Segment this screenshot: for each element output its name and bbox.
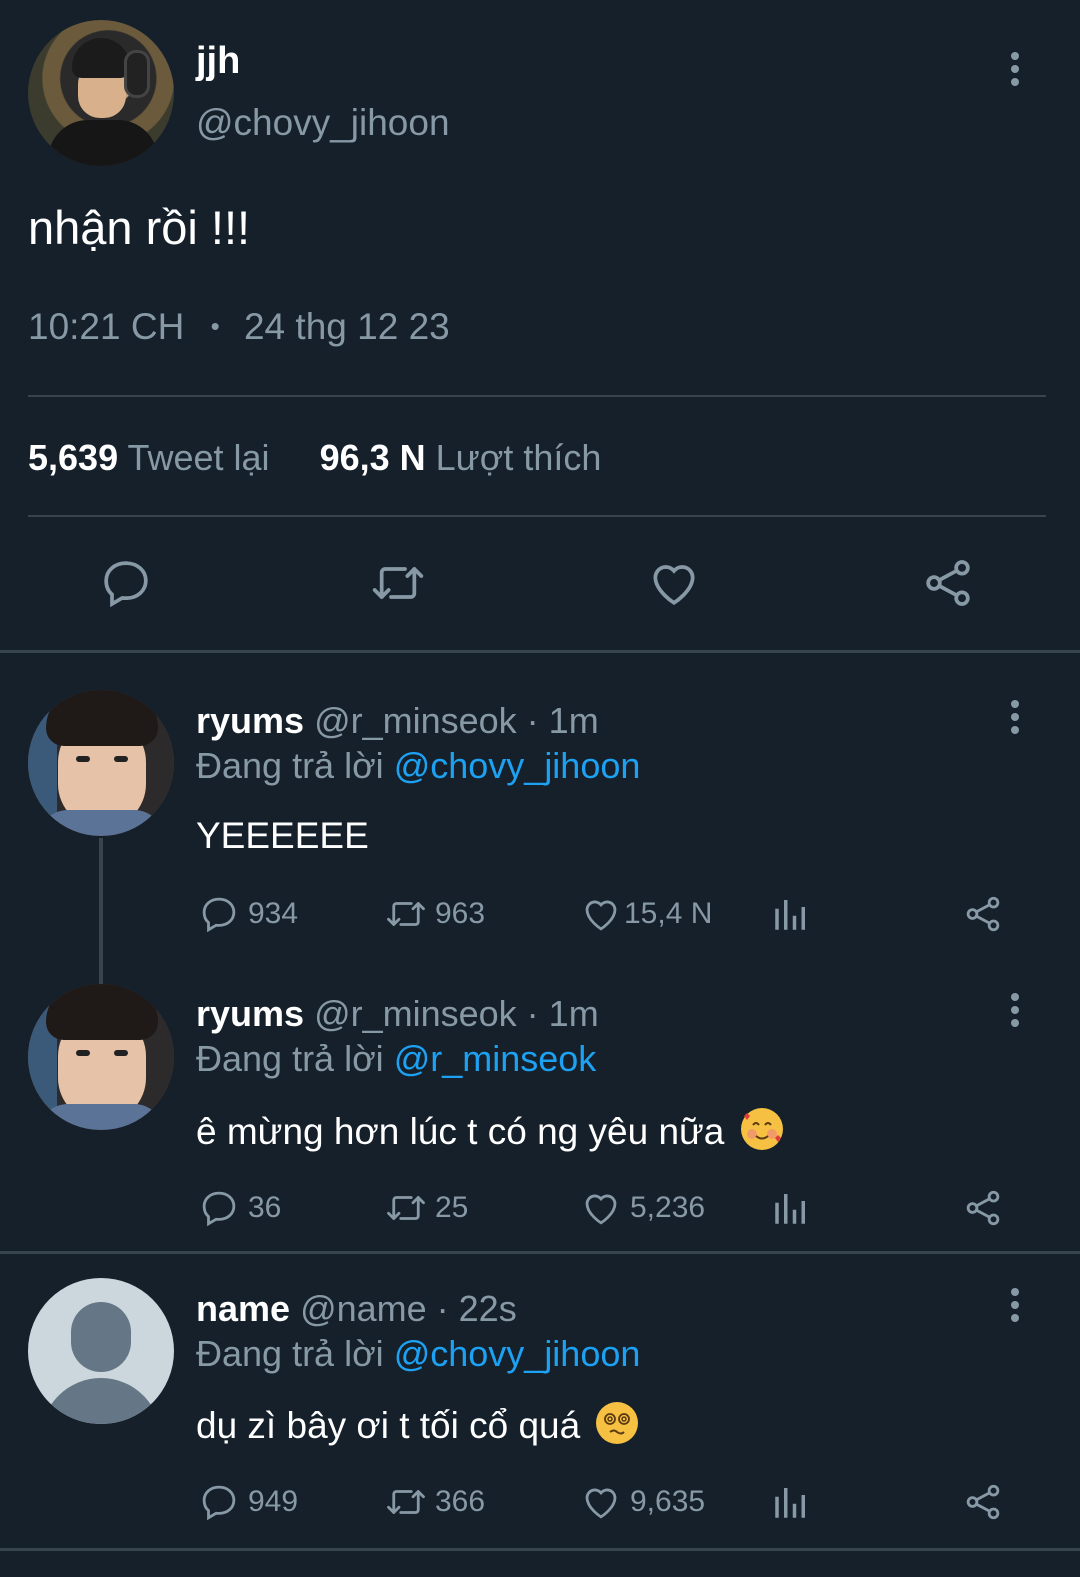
- retweet-icon: [387, 902, 425, 926]
- retweet-icon: [387, 1196, 425, 1220]
- reply-header[interactable]: ryums @r_minseok · 1m: [196, 700, 599, 742]
- share-icon[interactable]: [920, 555, 976, 611]
- share-action[interactable]: [962, 893, 1012, 935]
- like-icon[interactable]: [646, 555, 702, 611]
- likes-label: Lượt thích: [435, 437, 602, 478]
- reply-text-wrap: ê mừng hơn lúc t có ng yêu nữa: [196, 1108, 783, 1153]
- retweets-count: 5,639: [28, 437, 119, 478]
- like-count: 5,236: [630, 1191, 706, 1224]
- avatar-headset: [124, 50, 150, 98]
- replying-label: Đang trả lời: [196, 745, 384, 786]
- reply-meta: @name · 22s: [300, 1288, 517, 1329]
- section-divider: [0, 1548, 1080, 1551]
- reply-text: dụ zì bây ơi t tối cổ quá: [196, 1405, 581, 1446]
- like-icon: [585, 900, 617, 931]
- reply-meta: @r_minseok · 1m: [314, 993, 599, 1034]
- retweets-stat[interactable]: 5,639 Tweet lại: [28, 437, 270, 478]
- share-action[interactable]: [962, 1481, 1012, 1523]
- like-action[interactable]: 9,635: [580, 1481, 705, 1523]
- analytics-action[interactable]: [770, 1187, 820, 1229]
- avatar-shirt: [48, 120, 158, 166]
- share-icon: [966, 1190, 1000, 1226]
- reply-avatar[interactable]: [28, 690, 174, 836]
- divider: [28, 395, 1046, 397]
- reply-count: 36: [248, 1191, 282, 1224]
- like-icon: [585, 1488, 617, 1519]
- likes-count: 96,3 N: [319, 437, 426, 478]
- retweet-action[interactable]: 366: [385, 1481, 485, 1523]
- mention-link[interactable]: @r_minseok: [394, 1038, 597, 1079]
- retweet-icon: [387, 1490, 425, 1514]
- likes-stat[interactable]: 96,3 N Lượt thích: [320, 437, 602, 478]
- replying-label: Đang trả lời: [196, 1038, 384, 1079]
- like-count: 9,635: [630, 1485, 706, 1518]
- retweets-label: Tweet lại: [127, 437, 270, 478]
- reply-text: YEEEEEE: [196, 815, 369, 856]
- analytics-action[interactable]: [770, 1481, 820, 1523]
- share-action[interactable]: [962, 1187, 1012, 1229]
- reply-action[interactable]: 934: [198, 893, 298, 935]
- reply-text: ê mừng hơn lúc t có ng yêu nữa: [196, 1111, 725, 1152]
- analytics-action[interactable]: [770, 893, 820, 935]
- retweet-count: 366: [435, 1485, 486, 1518]
- replying-label: Đang trả lời: [196, 1333, 384, 1374]
- replying-to: Đang trả lời @chovy_jihoon: [196, 1333, 640, 1375]
- tweet-text: nhận rồi !!!: [28, 201, 251, 254]
- tweet-stats: 5,639 Tweet lại 96,3 N Lượt thích: [28, 437, 601, 479]
- reply-text-wrap: dụ zì bây ơi t tối cổ quá: [196, 1402, 639, 1447]
- reply-author-name: ryums: [196, 993, 305, 1034]
- reply-author-name: name: [196, 1288, 291, 1329]
- reply-action[interactable]: 949: [198, 1481, 298, 1523]
- mention-link[interactable]: @chovy_jihoon: [394, 1333, 641, 1374]
- smiling-face-with-hearts-icon: [740, 1108, 783, 1150]
- default-avatar[interactable]: [28, 1278, 174, 1424]
- more-options-icon[interactable]: [1011, 700, 1019, 736]
- more-options-icon[interactable]: [1011, 52, 1019, 88]
- analytics-icon: [775, 900, 805, 930]
- reply-author-name: ryums: [196, 700, 305, 741]
- reply-avatar[interactable]: [28, 984, 174, 1130]
- analytics-icon: [775, 1488, 805, 1518]
- more-options-icon[interactable]: [1011, 993, 1019, 1029]
- mention-link[interactable]: @chovy_jihoon: [394, 745, 641, 786]
- dizzy-face-icon: [596, 1402, 639, 1444]
- replying-to: Đang trả lời @chovy_jihoon: [196, 745, 640, 787]
- reply-count: 934: [248, 897, 299, 930]
- analytics-icon: [775, 1194, 805, 1224]
- reply-icon: [202, 1485, 236, 1521]
- reply-header[interactable]: ryums @r_minseok · 1m: [196, 993, 599, 1035]
- divider: [28, 515, 1046, 517]
- like-count: 15,4 N: [624, 897, 713, 930]
- more-options-icon[interactable]: [1011, 1288, 1019, 1324]
- retweet-icon[interactable]: [370, 555, 426, 611]
- thread-line: [99, 838, 103, 984]
- section-divider: [0, 1251, 1080, 1254]
- like-icon: [585, 1194, 617, 1225]
- retweet-action[interactable]: 963: [385, 893, 485, 935]
- retweet-action[interactable]: 25: [385, 1187, 468, 1229]
- retweet-count: 25: [435, 1191, 469, 1224]
- author-handle[interactable]: @chovy_jihoon: [196, 102, 450, 144]
- reply-icon[interactable]: [98, 555, 154, 611]
- author-avatar[interactable]: [28, 20, 174, 166]
- retweet-count: 963: [435, 897, 486, 930]
- tweet-time: 10:21 CH: [28, 306, 185, 347]
- like-action[interactable]: 5,236: [580, 1187, 705, 1229]
- tweet-timestamp: 10:21 CH • 24 thg 12 23: [28, 306, 450, 348]
- share-icon: [966, 896, 1000, 932]
- section-divider: [0, 650, 1080, 653]
- reply-icon: [202, 1191, 236, 1227]
- reply-count: 949: [248, 1485, 299, 1518]
- reply-icon: [202, 897, 236, 933]
- avatar-hair: [72, 38, 130, 78]
- reply-action[interactable]: 36: [198, 1187, 281, 1229]
- reply-meta: @r_minseok · 1m: [314, 700, 599, 741]
- share-icon: [966, 1484, 1000, 1520]
- timestamp-separator: •: [210, 311, 220, 341]
- like-action[interactable]: 15,4 N: [580, 893, 712, 935]
- reply-header[interactable]: name @name · 22s: [196, 1288, 517, 1330]
- author-name[interactable]: jjh: [196, 40, 240, 83]
- tweet-date: 24 thg 12 23: [243, 306, 450, 347]
- replying-to: Đang trả lời @r_minseok: [196, 1038, 596, 1080]
